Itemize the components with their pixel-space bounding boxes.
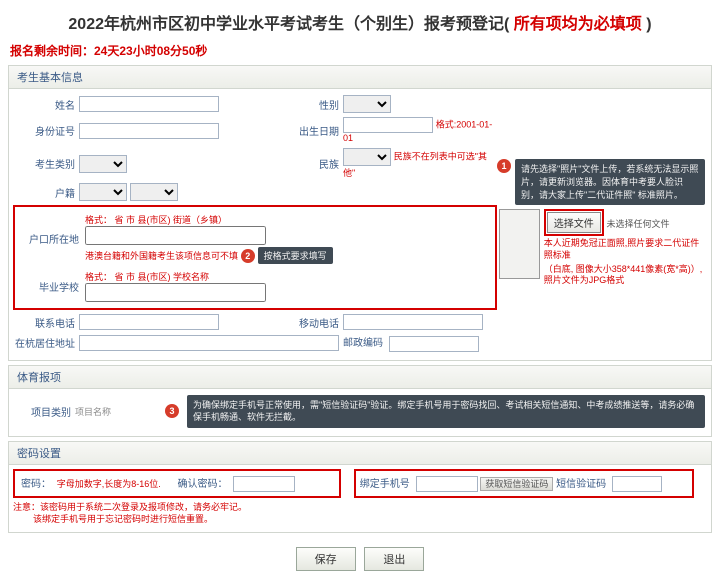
- photo-note-1: 本人近期免冠正面照,照片要求二代证件照标准: [544, 238, 705, 261]
- input-gradschool[interactable]: [85, 283, 266, 302]
- warn-line1: 注意：该密码用于系统二次登录及报项修改，请务必牢记。: [13, 502, 707, 514]
- input-confirmpwd[interactable]: [233, 476, 295, 492]
- label-name: 姓名: [13, 93, 77, 115]
- photo-note-2: （白底, 图像大小358*441像素(宽*高)）, 照片文件为JPG格式: [544, 264, 705, 287]
- badge-1: 1: [497, 159, 511, 173]
- label-stutype: 考生类别: [13, 146, 77, 181]
- label-idno: 身份证号: [13, 115, 77, 146]
- file-select-button[interactable]: 选择文件: [547, 212, 601, 233]
- section-header-sports: 体育报项: [8, 365, 712, 388]
- label-hukou-place: 户口所在地: [21, 211, 81, 266]
- badge-2: 2: [241, 249, 255, 263]
- label-postcode: 邮政编码: [343, 338, 383, 349]
- label-nation: 民族: [272, 146, 341, 181]
- label-password: 密码：: [21, 479, 51, 490]
- select-hukou-b[interactable]: [130, 183, 178, 201]
- input-address[interactable]: [79, 335, 339, 351]
- section-sports: 项目类别 项目名称 3 为确保绑定手机号正常使用，需"短信验证码"验证。绑定手机…: [8, 388, 712, 437]
- label-projtype: 项目类别: [13, 393, 73, 430]
- label-confirmpwd: 确认密码：: [177, 479, 227, 490]
- input-birth[interactable]: [343, 117, 433, 133]
- select-stutype[interactable]: [79, 155, 127, 173]
- title-end: ): [646, 16, 651, 33]
- input-hukou-place[interactable]: [85, 226, 266, 245]
- hukou-note: 港澳台籍和外国籍考生该项信息可不填: [85, 251, 238, 261]
- label-hukou: 户籍: [13, 181, 77, 203]
- warn-line2: 该绑定手机号用于忘记密码时进行短信重置。: [13, 514, 707, 526]
- section-password: 密码： 字母加数字,长度为8-16位. 确认密码： 绑定手机号 获取短信验证码 …: [8, 464, 712, 533]
- label-gender: 性别: [272, 93, 341, 115]
- select-gender[interactable]: [343, 95, 391, 113]
- label-address: 在杭居住地址: [13, 332, 77, 354]
- file-none-text: 未选择任何文件: [607, 219, 670, 229]
- tooltip-format: 按格式要求填写: [258, 247, 333, 264]
- section-header-password: 密码设置: [8, 441, 712, 464]
- countdown-text: 报名剩余时间：24天23小时08分50秒: [8, 38, 712, 65]
- button-bar: 保存 退出: [8, 537, 712, 577]
- input-idno[interactable]: [79, 123, 219, 139]
- save-button[interactable]: 保存: [296, 547, 356, 571]
- input-mobile[interactable]: [343, 314, 483, 330]
- badge-3: 3: [165, 404, 179, 418]
- input-smscode[interactable]: [612, 476, 662, 492]
- school-format-hint: 格式： 省 市 县(市区) 学校名称: [85, 270, 487, 283]
- label-projname: 项目名称: [75, 407, 111, 417]
- label-birth: 出生日期: [272, 115, 341, 146]
- label-gradschool: 毕业学校: [21, 268, 81, 304]
- input-bindphone[interactable]: [416, 476, 478, 492]
- photo-preview: [499, 209, 540, 279]
- select-nation[interactable]: [343, 148, 391, 166]
- exit-button[interactable]: 退出: [364, 547, 424, 571]
- label-mobile: 移动电话: [272, 312, 341, 332]
- phone-box: 绑定手机号 获取短信验证码 短信验证码: [354, 469, 694, 499]
- password-hint: 字母加数字,长度为8-16位.: [57, 479, 161, 489]
- sms-button[interactable]: 获取短信验证码: [480, 477, 553, 491]
- input-postcode[interactable]: [389, 336, 479, 352]
- select-hukou-a[interactable]: [79, 183, 127, 201]
- hukou-format-hint: 格式： 省 市 县(市区) 街道（乡镇）: [85, 213, 487, 226]
- password-box: 密码： 字母加数字,长度为8-16位. 确认密码：: [13, 469, 341, 499]
- label-contact: 联系电话: [13, 312, 77, 332]
- sms-tip: 为确保绑定手机号正常使用，需"短信验证码"验证。绑定手机号用于密码找回、考试相关…: [187, 395, 705, 428]
- label-bindphone: 绑定手机号: [360, 479, 410, 490]
- section-header-basic: 考生基本信息: [8, 65, 712, 88]
- photo-tip-1: 请先选择"照片"文件上传，若系统无法显示照片，请更新浏览器。因体育中考要人脸识别…: [515, 159, 705, 205]
- input-name[interactable]: [79, 96, 219, 112]
- section-basic: 姓名 性别 1 请先选择"照片"文件上传，若系统无法显示照片，请更新浏览器。因体…: [8, 88, 712, 361]
- label-smscode: 短信验证码: [556, 479, 606, 490]
- title-highlight: 所有项均为必填项: [509, 16, 646, 33]
- title-main: 2022年杭州市区初中学业水平考试考生（个别生）报考预登记(: [68, 16, 509, 33]
- input-contact[interactable]: [79, 314, 219, 330]
- page-title: 2022年杭州市区初中学业水平考试考生（个别生）报考预登记( 所有项均为必填项 …: [8, 4, 712, 38]
